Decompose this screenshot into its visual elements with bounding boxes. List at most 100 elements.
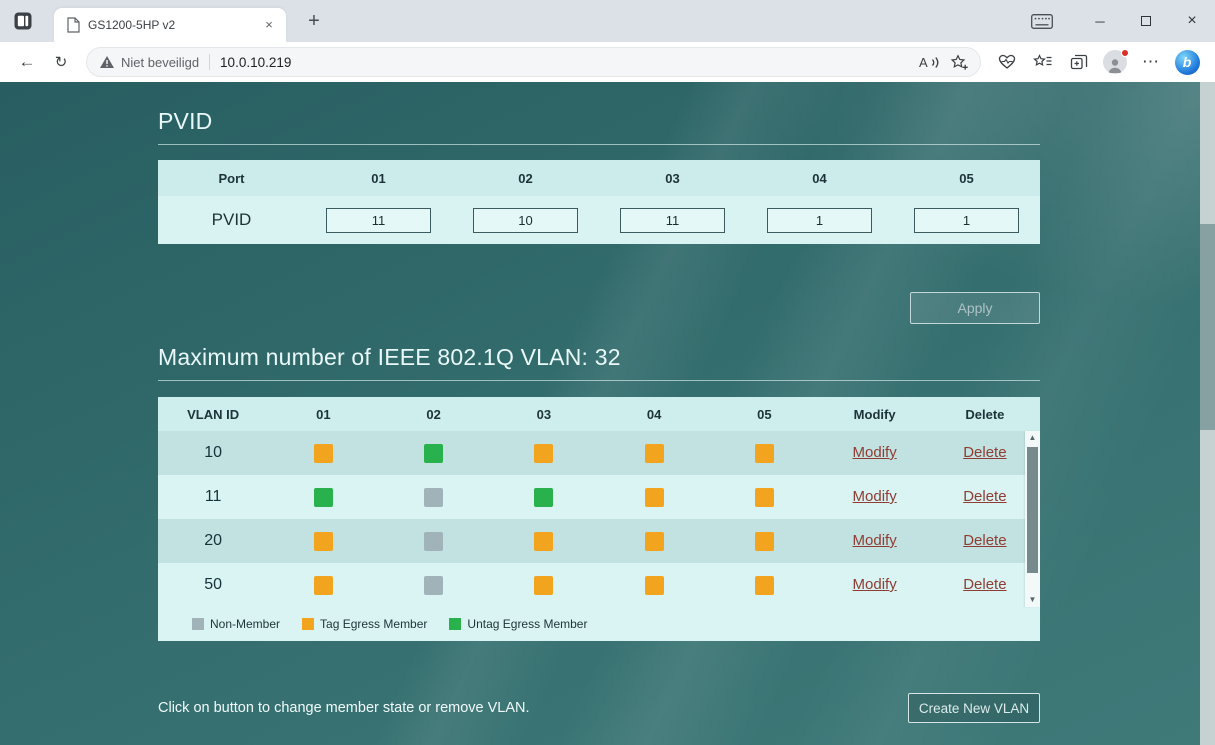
close-button[interactable]: × — [1169, 0, 1215, 42]
member-toggle-tag[interactable] — [313, 531, 333, 551]
pvid-input-port-01[interactable] — [326, 207, 431, 233]
modify-cell: Modify — [819, 431, 930, 475]
add-favorite-icon[interactable] — [944, 49, 974, 75]
member-toggle-tag[interactable] — [534, 531, 554, 551]
pvid-row-label: PVID — [158, 196, 305, 244]
member-toggle-non[interactable] — [424, 575, 444, 595]
create-new-vlan-button[interactable]: Create New VLAN — [908, 693, 1040, 723]
tab-close-icon[interactable]: × — [260, 16, 278, 34]
vlan-id-cell: 10 — [158, 431, 269, 475]
member-toggle-tag[interactable] — [534, 443, 554, 463]
member-toggle-non[interactable] — [424, 487, 444, 507]
legend-item: Tag Egress Member — [302, 617, 427, 631]
vlan-table: VLAN ID 01 02 03 04 05 Modify Delete 10 Modify De… — [158, 397, 1040, 607]
pvid-input-port-02[interactable] — [473, 207, 578, 233]
more-icon: ⋯ — [1142, 52, 1160, 71]
delete-link[interactable]: Delete — [963, 444, 1006, 461]
bing-copilot-button[interactable]: b — [1169, 46, 1205, 78]
minimize-button[interactable]: ─ — [1077, 0, 1123, 42]
delete-cell: Delete — [929, 519, 1040, 563]
modify-link[interactable]: Modify — [853, 576, 897, 593]
member-cell — [488, 431, 599, 475]
member-toggle-tag[interactable] — [644, 531, 664, 551]
pvid-input-port-05[interactable] — [914, 207, 1019, 233]
apply-button[interactable]: Apply — [910, 292, 1040, 324]
member-toggle-tag[interactable] — [754, 575, 774, 595]
profile-avatar[interactable] — [1097, 46, 1133, 78]
pvid-input-cell — [746, 196, 893, 244]
vlan-column-header: Delete — [929, 397, 1040, 431]
svg-text:A: A — [919, 55, 928, 70]
refresh-button[interactable]: ↻ — [44, 45, 78, 79]
collections-icon[interactable] — [1061, 46, 1097, 78]
member-toggle-tag[interactable] — [313, 443, 333, 463]
active-tab[interactable]: GS1200-5HP v2 × — [54, 8, 286, 42]
modify-link[interactable]: Modify — [853, 488, 897, 505]
member-toggle-tag[interactable] — [644, 443, 664, 463]
member-cell — [709, 519, 820, 563]
page-scrollbar-thumb[interactable] — [1200, 224, 1215, 430]
member-toggle-non[interactable] — [424, 531, 444, 551]
member-toggle-tag[interactable] — [644, 575, 664, 595]
tab-actions-button[interactable] — [8, 6, 38, 36]
modify-link[interactable]: Modify — [853, 444, 897, 461]
member-toggle-tag[interactable] — [754, 487, 774, 507]
browser-toolbar: ← ↻ Niet beveiligd 10.0.10.219 A ⋯ b — [0, 42, 1215, 82]
delete-link[interactable]: Delete — [963, 532, 1006, 549]
page-scrollbar[interactable] — [1200, 82, 1215, 745]
vlan-id-cell: 20 — [158, 519, 269, 563]
browser-essentials-icon[interactable] — [989, 46, 1025, 78]
member-toggle-tag[interactable] — [313, 575, 333, 595]
back-button[interactable]: ← — [10, 45, 44, 79]
maximize-button[interactable] — [1123, 0, 1169, 42]
member-toggle-tag[interactable] — [754, 531, 774, 551]
modify-cell: Modify — [819, 519, 930, 563]
member-toggle-tag[interactable] — [534, 575, 554, 595]
member-toggle-tag[interactable] — [754, 443, 774, 463]
favorites-icon[interactable] — [1025, 46, 1061, 78]
member-toggle-untag[interactable] — [424, 443, 444, 463]
settings-more-button[interactable]: ⋯ — [1133, 46, 1169, 78]
legend-label: Tag Egress Member — [320, 617, 428, 631]
vlan-column-header: 04 — [599, 397, 710, 431]
delete-link[interactable]: Delete — [963, 488, 1006, 505]
pvid-input-port-03[interactable] — [620, 207, 725, 233]
modify-link[interactable]: Modify — [853, 532, 897, 549]
vlan-column-header: Modify — [819, 397, 930, 431]
pvid-input-cell — [893, 196, 1040, 244]
delete-cell: Delete — [929, 431, 1040, 475]
vlan-scrollbar-thumb[interactable] — [1027, 447, 1038, 573]
pvid-column-header: 02 — [452, 160, 599, 196]
member-cell — [268, 475, 379, 519]
titlebar-controls: ─ × — [1031, 0, 1215, 42]
address-bar[interactable]: Niet beveiligd 10.0.10.219 A — [86, 47, 981, 77]
pvid-input-cell — [305, 196, 452, 244]
address-bar-divider — [209, 54, 211, 70]
member-toggle-untag[interactable] — [534, 487, 554, 507]
bing-icon: b — [1174, 49, 1200, 75]
pvid-input-port-04[interactable] — [767, 207, 872, 233]
scroll-up-icon[interactable]: ▲ — [1025, 431, 1040, 445]
vlan-column-header: VLAN ID — [158, 397, 269, 431]
delete-link[interactable]: Delete — [963, 576, 1006, 593]
hint-text: Click on button to change member state o… — [158, 700, 530, 716]
pvid-column-header: 05 — [893, 160, 1040, 196]
member-toggle-tag[interactable] — [644, 487, 664, 507]
scroll-down-icon[interactable]: ▼ — [1025, 593, 1040, 607]
vlan-row: 20 Modify Delete — [158, 519, 1040, 563]
security-label[interactable]: Niet beveiligd — [121, 55, 199, 70]
member-cell — [599, 563, 710, 607]
pvid-column-header: 03 — [599, 160, 746, 196]
member-cell — [268, 431, 379, 475]
touch-keyboard-icon[interactable] — [1031, 13, 1053, 29]
legend-swatch-icon — [192, 618, 204, 630]
url-text[interactable]: 10.0.10.219 — [220, 55, 914, 70]
vlan-column-header: 01 — [268, 397, 379, 431]
vlan-table-scrollbar[interactable]: ▲ ▼ — [1025, 431, 1040, 607]
vlan-table-body: 10 Modify Delete 11 Modify Delete 20 Modify Dele… — [158, 431, 1040, 607]
pvid-section-title: PVID — [158, 108, 1040, 145]
member-toggle-untag[interactable] — [313, 487, 333, 507]
new-tab-button[interactable]: + — [300, 7, 328, 35]
read-aloud-icon[interactable]: A — [914, 49, 944, 75]
member-cell — [378, 475, 489, 519]
